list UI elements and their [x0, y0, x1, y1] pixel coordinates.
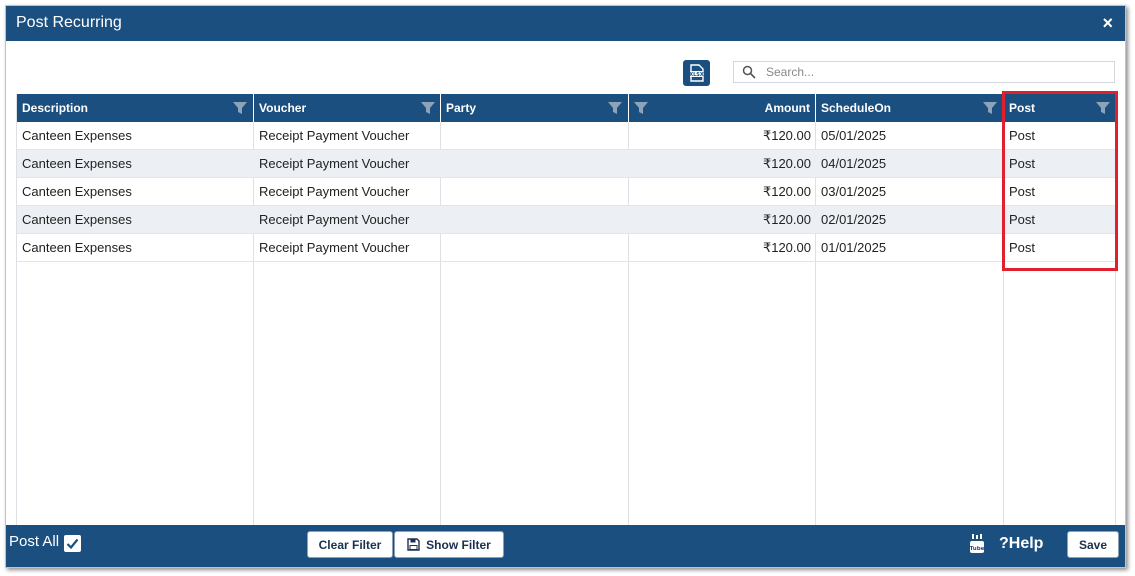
filter-icon[interactable] — [1095, 100, 1111, 116]
cell-post-link[interactable]: Post — [1004, 150, 1115, 178]
cell-scheduleon: 01/01/2025 — [821, 240, 887, 255]
cell-party — [441, 178, 629, 206]
filter-icon[interactable] — [633, 100, 649, 116]
checkmark-icon — [66, 538, 79, 550]
cell-party — [441, 234, 629, 262]
filter-icon[interactable] — [982, 100, 998, 116]
column-header-party[interactable]: Party — [441, 94, 629, 122]
svg-text:Tube: Tube — [970, 546, 985, 552]
column-header-post[interactable]: Post — [1004, 94, 1115, 122]
cell-scheduleon: 02/01/2025 — [821, 212, 887, 227]
save-button[interactable]: Save — [1067, 531, 1119, 558]
recurring-grid: Description Voucher Party Amount Schedul… — [16, 94, 1116, 527]
column-header-label: Description — [22, 101, 89, 115]
cell-post-link[interactable]: Post — [1004, 122, 1115, 150]
post-all-label: Post All — [9, 533, 60, 550]
cell-voucher: Receipt Payment Voucher — [259, 156, 410, 171]
filter-icon[interactable] — [420, 100, 436, 116]
filter-icon[interactable] — [607, 100, 623, 116]
column-header-voucher[interactable]: Voucher — [254, 94, 441, 122]
column-header-description[interactable]: Description — [17, 94, 254, 122]
column-header-amount[interactable]: Amount — [629, 94, 816, 122]
table-row[interactable]: Canteen Expenses Receipt Payment Voucher… — [17, 178, 1115, 206]
column-header-label: Amount — [764, 101, 810, 115]
grid-header: Description Voucher Party Amount Schedul… — [17, 94, 1115, 122]
show-filter-button[interactable]: Show Filter — [394, 531, 504, 558]
toolbar: XLSX — [6, 56, 1125, 88]
table-row[interactable]: Canteen Expenses Receipt Payment Voucher… — [17, 150, 1115, 178]
column-header-label: ScheduleOn — [821, 101, 892, 115]
table-row[interactable]: Canteen Expenses Receipt Payment Voucher… — [17, 234, 1115, 262]
cell-post-link[interactable]: Post — [1004, 206, 1115, 234]
clear-filter-label: Clear Filter — [318, 537, 382, 552]
cell-amount: ₹120.00 — [762, 156, 811, 171]
cell-scheduleon: 03/01/2025 — [821, 184, 887, 199]
column-header-label: Post — [1009, 101, 1036, 115]
table-row[interactable]: Canteen Expenses Receipt Payment Voucher… — [17, 206, 1115, 234]
cell-post-link[interactable]: Post — [1004, 178, 1115, 206]
export-xlsx-button[interactable]: XLSX — [683, 60, 710, 86]
cell-scheduleon: 04/01/2025 — [821, 156, 887, 171]
column-header-scheduleon[interactable]: ScheduleOn — [816, 94, 1004, 122]
cell-scheduleon: 05/01/2025 — [821, 128, 887, 143]
search-box — [733, 61, 1115, 83]
show-filter-label: Show Filter — [426, 537, 491, 552]
help-link[interactable]: ?Help — [999, 535, 1043, 553]
cell-party — [441, 122, 629, 150]
search-icon — [742, 65, 756, 79]
filter-icon[interactable] — [232, 100, 248, 116]
svg-text:XLSX: XLSX — [689, 72, 704, 78]
cell-party — [441, 206, 629, 234]
close-button[interactable]: × — [1102, 13, 1113, 33]
cell-voucher: Receipt Payment Voucher — [259, 184, 410, 199]
dialog-title: Post Recurring — [16, 14, 122, 31]
cell-amount: ₹120.00 — [762, 128, 811, 143]
dialog-footer: Post All Clear Filter Show Filter Tube ?… — [6, 525, 1125, 567]
search-input[interactable] — [766, 64, 1106, 80]
youtube-icon[interactable]: Tube — [969, 534, 985, 554]
cell-description: Canteen Expenses — [22, 128, 132, 143]
cell-amount: ₹120.00 — [762, 240, 811, 255]
cell-voucher: Receipt Payment Voucher — [259, 240, 410, 255]
cell-party — [441, 150, 629, 178]
cell-description: Canteen Expenses — [22, 184, 132, 199]
column-header-label: Voucher — [259, 101, 307, 115]
table-row[interactable]: Canteen Expenses Receipt Payment Voucher… — [17, 122, 1115, 150]
cell-post-link[interactable]: Post — [1004, 234, 1115, 262]
cell-amount: ₹120.00 — [762, 212, 811, 227]
save-label: Save — [1078, 537, 1108, 552]
clear-filter-button[interactable]: Clear Filter — [307, 531, 393, 558]
cell-voucher: Receipt Payment Voucher — [259, 128, 410, 143]
cell-amount: ₹120.00 — [762, 184, 811, 199]
cell-description: Canteen Expenses — [22, 156, 132, 171]
cell-description: Canteen Expenses — [22, 240, 132, 255]
post-recurring-dialog: Post Recurring × XLSX Description — [5, 5, 1126, 568]
xlsx-export-icon: XLSX — [689, 64, 704, 82]
cell-description: Canteen Expenses — [22, 212, 132, 227]
cell-voucher: Receipt Payment Voucher — [259, 212, 410, 227]
post-all-checkbox[interactable] — [64, 535, 81, 552]
floppy-disk-icon — [407, 538, 420, 551]
dialog-titlebar: Post Recurring × — [6, 6, 1125, 41]
column-header-label: Party — [446, 101, 477, 115]
